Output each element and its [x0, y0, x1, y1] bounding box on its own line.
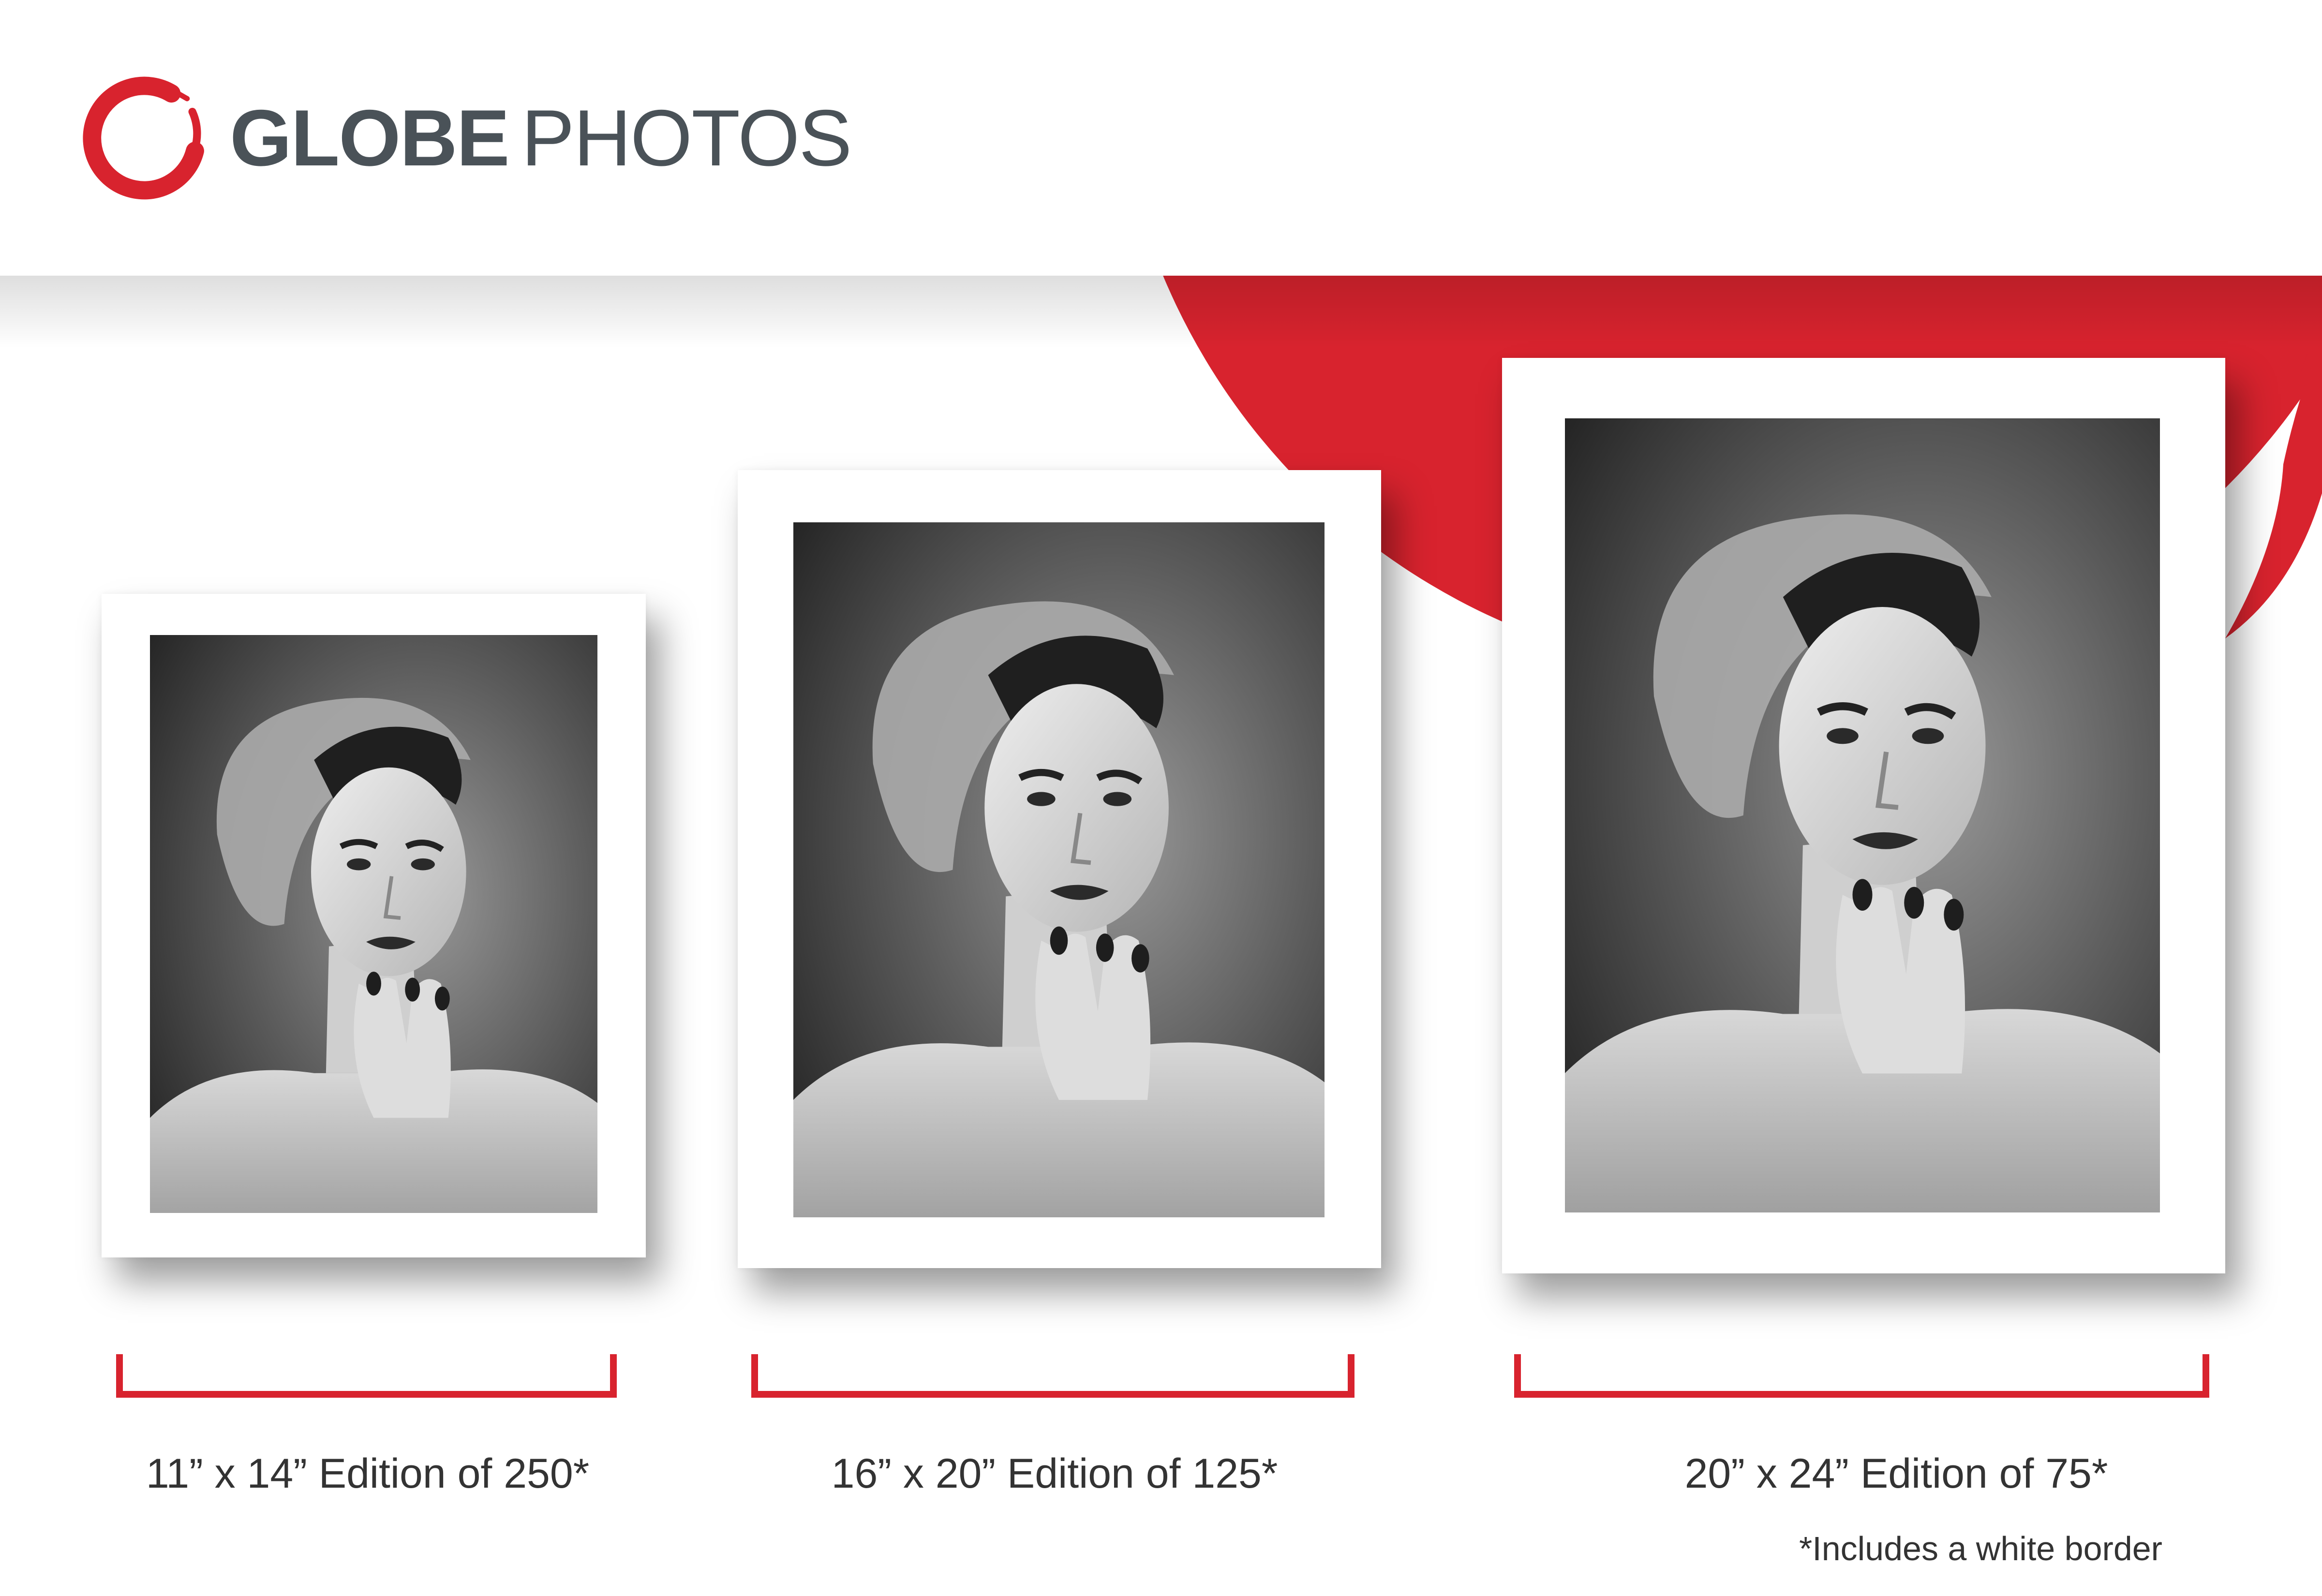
size-bracket-20x24 — [1514, 1354, 2209, 1398]
print-16x20[interactable] — [738, 470, 1381, 1268]
size-bracket-11x14 — [116, 1354, 617, 1398]
header-shadow — [0, 276, 2322, 348]
globe-logo-icon — [83, 76, 204, 200]
footnote: *Includes a white border — [1799, 1530, 2162, 1567]
print-20x24[interactable] — [1502, 358, 2225, 1273]
portrait-image — [793, 522, 1325, 1217]
size-bracket-16x20 — [751, 1354, 1354, 1398]
portrait-image — [150, 635, 597, 1213]
header: GLOBE PHOTOS — [0, 0, 2322, 276]
portrait-image — [1565, 418, 2160, 1212]
brand-logo[interactable]: GLOBE PHOTOS — [77, 73, 852, 203]
brand-name-bold: GLOBE — [230, 93, 510, 182]
caption-11x14: 11” x 14” Edition of 250* — [146, 1450, 590, 1497]
portrait-photo — [1565, 418, 2160, 1212]
brand-name-light: PHOTOS — [521, 93, 852, 182]
portrait-photo — [793, 522, 1325, 1217]
caption-20x24: 20” x 24” Edition of 75* — [1684, 1450, 2108, 1497]
print-11x14[interactable] — [102, 594, 646, 1257]
brand-name: GLOBE PHOTOS — [230, 92, 852, 184]
portrait-photo — [150, 635, 597, 1213]
caption-16x20: 16” x 20” Edition of 125* — [831, 1450, 1278, 1497]
